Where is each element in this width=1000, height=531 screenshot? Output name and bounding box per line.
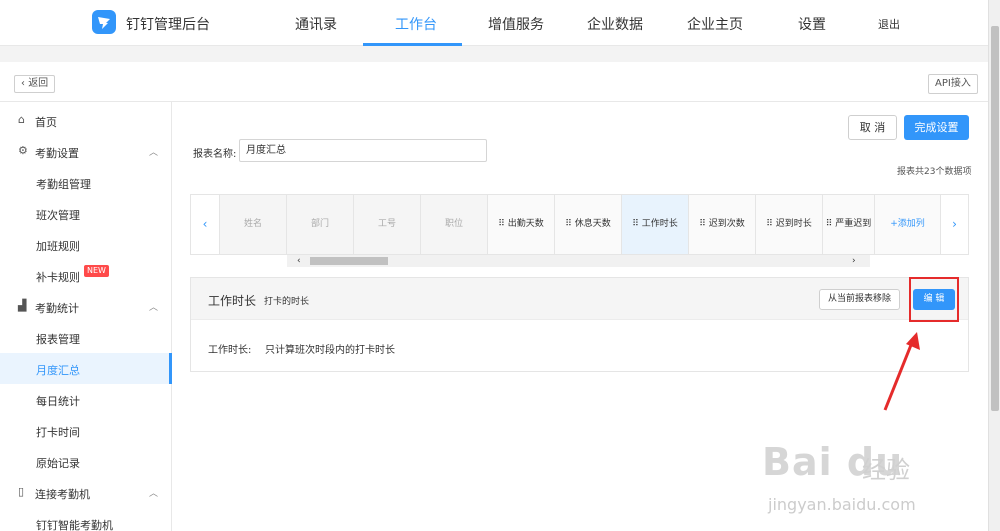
sidebar-item-smart-device[interactable]: 钉钉智能考勤机 xyxy=(0,508,172,531)
page-scrollbar[interactable] xyxy=(988,0,1000,531)
detail-description: 只计算班次时段内的打卡时长 xyxy=(265,345,395,356)
annotation-highlight-box xyxy=(909,277,959,322)
sidebar-item-overtime-rules[interactable]: 加班规则 xyxy=(0,229,172,260)
column-detail-panel: 工作时长 打卡的时长 从当前报表移除 编 辑 工作时长: 只计算班次时段内的打卡… xyxy=(190,277,969,372)
column-scrollbar[interactable]: ‹ › xyxy=(287,255,870,267)
detail-header: 工作时长 打卡的时长 从当前报表移除 编 辑 xyxy=(191,278,968,320)
watermark-url: jingyan.baidu.com xyxy=(768,495,916,514)
nav-workbench[interactable]: 工作台 xyxy=(395,14,437,34)
column-item: 职位 xyxy=(420,195,487,254)
nav-company-data[interactable]: 企业数据 xyxy=(587,14,643,34)
back-button-label: 返回 xyxy=(28,78,49,89)
column-selector: ‹ 姓名 部门 工号 职位 ⠿ 出勤天数 ⠿ 休息天数 ⠿ 工作时长 ⠿ 迟到次… xyxy=(190,194,969,255)
nav-contacts[interactable]: 通讯录 xyxy=(295,14,337,34)
sidebar-item-attendance-stats[interactable]: ▟ 考勤统计 ︿ xyxy=(0,291,172,322)
nav-value-services[interactable]: 增值服务 xyxy=(488,14,544,34)
add-column-button[interactable]: +添加列 xyxy=(874,195,940,254)
column-item: 工号 xyxy=(353,195,420,254)
sidebar-item-label: 原始记录 xyxy=(36,457,80,470)
sidebar-item-attendance-groups[interactable]: 考勤组管理 xyxy=(0,167,172,198)
sidebar-item-label: 考勤组管理 xyxy=(36,178,91,191)
column-item[interactable]: ⠿ 休息天数 xyxy=(554,195,621,254)
sidebar-item-label: 首页 xyxy=(35,116,57,129)
column-item[interactable]: ⠿ 迟到次数 xyxy=(688,195,755,254)
api-access-button[interactable]: API接入 xyxy=(928,74,978,94)
sidebar-item-label: 加班规则 xyxy=(36,240,80,253)
detail-title: 工作时长 xyxy=(208,294,257,308)
sidebar-item-label: 考勤统计 xyxy=(35,302,79,315)
sidebar-item-label: 班次管理 xyxy=(36,209,80,222)
active-indicator xyxy=(169,353,172,384)
nav-company-home[interactable]: 企业主页 xyxy=(687,14,743,34)
sidebar-item-label: 补卡规则 xyxy=(36,271,80,284)
sidebar-item-daily-stats[interactable]: 每日统计 xyxy=(0,384,172,415)
sidebar-item-raw-records[interactable]: 原始记录 xyxy=(0,446,172,477)
scroll-right-arrow-icon[interactable]: › xyxy=(852,255,856,267)
column-item-selected[interactable]: ⠿ 工作时长 xyxy=(621,195,688,254)
top-nav: 钉钉管理后台 通讯录 工作台 增值服务 企业数据 企业主页 设置 退出 xyxy=(0,0,988,46)
chevron-left-icon: ‹ xyxy=(202,217,208,231)
device-icon: ▯ xyxy=(18,485,25,498)
sidebar-item-label: 钉钉智能考勤机 xyxy=(36,519,113,531)
scroll-left-arrow-icon[interactable]: ‹ xyxy=(297,255,301,267)
chevron-up-icon: ︿ xyxy=(149,303,159,313)
chevron-right-icon: › xyxy=(952,217,957,231)
sidebar: ⌂ 首页 ⚙ 考勤设置 ︿ 考勤组管理 班次管理 加班规则 补卡规则 ▟ 考勤统… xyxy=(0,102,172,531)
finish-settings-button[interactable]: 完成设置 xyxy=(904,115,969,140)
home-icon: ⌂ xyxy=(18,113,25,126)
sidebar-item-punch-time[interactable]: 打卡时间 xyxy=(0,415,172,446)
scrollbar-thumb[interactable] xyxy=(310,257,388,265)
detail-description-label: 工作时长: xyxy=(208,345,252,356)
sidebar-item-connect-device[interactable]: ▯ 连接考勤机 ︿ xyxy=(0,477,172,508)
watermark-text: 经验 xyxy=(862,456,910,484)
column-item[interactable]: ⠿ 迟到时长 xyxy=(755,195,822,254)
remove-from-report-button[interactable]: 从当前报表移除 xyxy=(819,289,901,310)
report-name-label: 报表名称: xyxy=(193,149,237,160)
detail-subtitle: 打卡的时长 xyxy=(264,297,310,307)
back-bar: ‹ 返回 API接入 xyxy=(0,62,988,102)
bar-chart-icon: ▟ xyxy=(18,299,27,312)
sidebar-item-monthly-summary[interactable]: 月度汇总 xyxy=(0,353,172,384)
sidebar-item-report-management[interactable]: 报表管理 xyxy=(0,322,172,353)
sidebar-item-label: 考勤设置 xyxy=(35,147,79,160)
chevron-up-icon: ︿ xyxy=(149,148,159,158)
logout-link[interactable]: 退出 xyxy=(878,16,900,32)
scroll-right-button[interactable]: › xyxy=(940,195,968,254)
column-item: 部门 xyxy=(286,195,353,254)
separator-band xyxy=(0,46,988,62)
settings-icon: ⚙ xyxy=(18,144,28,157)
app-title: 钉钉管理后台 xyxy=(126,17,210,33)
new-badge: NEW xyxy=(84,265,109,277)
annotation-arrow-icon xyxy=(883,332,920,411)
sidebar-item-home[interactable]: ⌂ 首页 xyxy=(0,105,172,136)
data-item-count: 报表共23个数据项 xyxy=(897,167,972,177)
cancel-button[interactable]: 取 消 xyxy=(848,115,897,140)
sidebar-item-label: 报表管理 xyxy=(36,333,80,346)
chevron-up-icon: ︿ xyxy=(149,489,159,499)
dingtalk-logo-icon xyxy=(92,10,116,34)
sidebar-item-label: 连接考勤机 xyxy=(35,488,90,501)
column-item[interactable]: ⠿ 严重迟到 xyxy=(822,195,874,254)
sidebar-item-attendance-settings[interactable]: ⚙ 考勤设置 ︿ xyxy=(0,136,172,167)
scrollbar-thumb[interactable] xyxy=(991,26,999,411)
report-name-input[interactable]: 月度汇总 xyxy=(239,139,487,162)
sidebar-item-shifts[interactable]: 班次管理 xyxy=(0,198,172,229)
column-item: 姓名 xyxy=(219,195,286,254)
nav-settings[interactable]: 设置 xyxy=(798,14,826,34)
sidebar-item-label: 每日统计 xyxy=(36,395,80,408)
sidebar-item-label: 月度汇总 xyxy=(36,364,80,377)
back-button[interactable]: ‹ 返回 xyxy=(14,75,56,93)
column-item[interactable]: ⠿ 出勤天数 xyxy=(487,195,554,254)
sidebar-item-label: 打卡时间 xyxy=(36,426,80,439)
scroll-left-button[interactable]: ‹ xyxy=(191,195,219,254)
